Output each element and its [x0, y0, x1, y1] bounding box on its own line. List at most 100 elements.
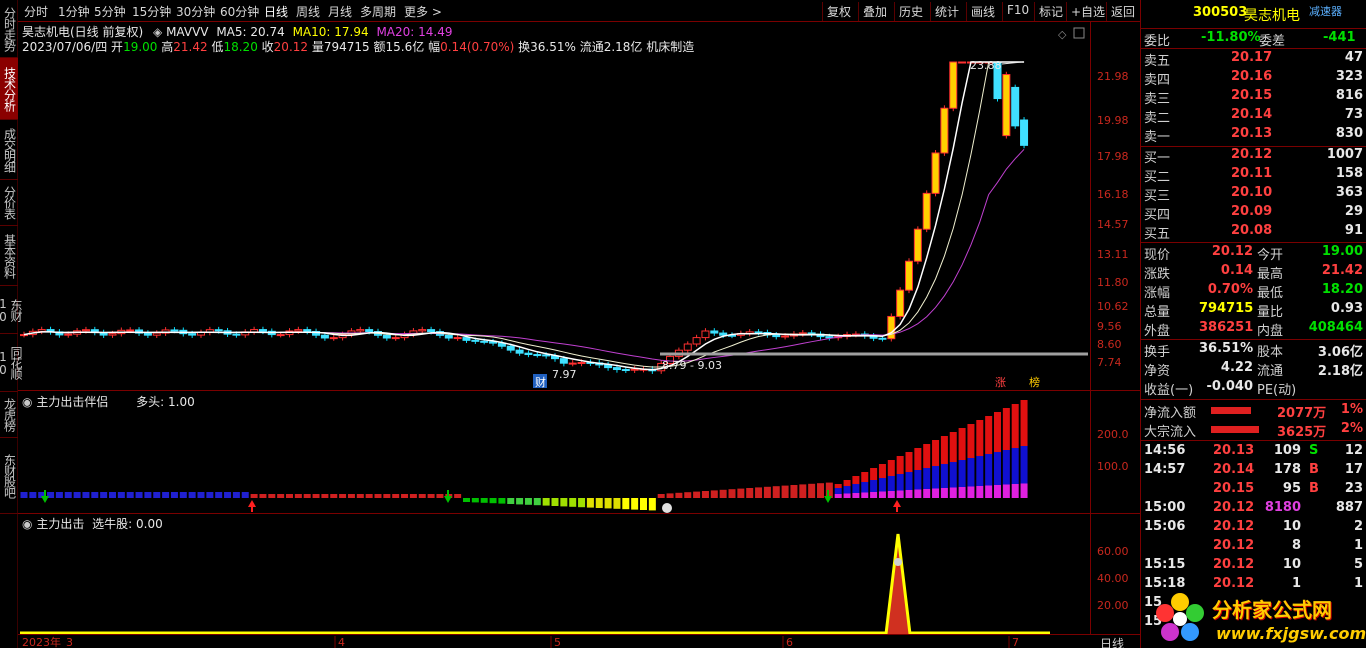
tick-price: 20.12	[1213, 538, 1255, 553]
indicator2-spike	[886, 534, 910, 634]
ind2-tick: 20.00	[1097, 599, 1129, 612]
tick-price: 20.15	[1213, 481, 1255, 496]
indicator1-bar	[763, 486, 771, 498]
indicator1-bar	[640, 498, 647, 510]
indicator1-bar	[657, 494, 665, 498]
tick-volume: 95	[1282, 481, 1301, 496]
price-axis: 21.98 19.98 17.98 16.18 14.57 13.11 11.80 10.62…	[1090, 22, 1140, 390]
indicator1-bar	[560, 498, 568, 507]
indicator2-settings-icon[interactable]: ◉	[22, 517, 32, 531]
tick-row: 20.15 95 B 23	[1141, 481, 1366, 500]
indicator1-bar	[949, 432, 957, 462]
indicator1-bar	[817, 483, 824, 498]
ask-volume: 830	[1335, 126, 1363, 141]
kline-chart[interactable]: 23.88 7.97 8.79 - 9.03 财 涨 榜 ◇ 2023年 3 4 5 6 7	[0, 0, 1140, 648]
tick-row: 15:06 20.12 10 2	[1141, 519, 1366, 538]
candle-body	[143, 332, 152, 336]
tick-time: 15:15	[1144, 557, 1186, 572]
indicator1-bar	[516, 498, 524, 505]
indicator1-bar	[666, 493, 674, 498]
date-label: 6	[786, 636, 793, 648]
indicator1-bar	[73, 492, 81, 498]
candle-body	[878, 337, 887, 340]
flow-value: 2077万	[1277, 406, 1327, 421]
watermark-logo: 分析家公式网 www.fxjgsw.com	[1150, 586, 1366, 648]
candle-body	[427, 329, 436, 333]
close-pane-icon[interactable]	[1073, 27, 1085, 39]
stat-label: 涨幅	[1144, 286, 1171, 301]
bid-price: 20.08	[1231, 223, 1273, 238]
flow-pct: 1%	[1340, 402, 1363, 417]
indicator1-bar	[170, 492, 178, 498]
candle-body	[320, 334, 329, 339]
indicator1-bar	[533, 498, 541, 506]
signal-dot-icon	[662, 503, 672, 513]
ind2-tick: 60.00	[1097, 545, 1129, 558]
indicator1-title: 主力出击伴侣	[36, 395, 109, 409]
indicator1-bar	[1002, 450, 1010, 485]
divider	[1141, 242, 1366, 243]
indicator1-bar	[383, 494, 391, 498]
indicator1-bar	[896, 474, 904, 491]
date-label: 5	[554, 636, 561, 648]
flow-label: 大宗流入	[1144, 425, 1197, 440]
candle-body	[515, 349, 524, 354]
indicator1-bar	[958, 460, 966, 487]
indicator1-bar	[958, 428, 966, 460]
limit-up-tag: 涨	[995, 376, 1006, 389]
indicator1-axis: 200.0 100.0	[1090, 390, 1140, 513]
candle-body	[931, 152, 940, 194]
bid-price: 20.09	[1231, 204, 1273, 219]
indicator1-bar	[932, 466, 940, 489]
divider	[1141, 28, 1366, 29]
signal-arrow-icon	[248, 500, 256, 507]
indicator1-bar	[401, 494, 409, 498]
divider	[1141, 440, 1366, 441]
candle-body	[701, 330, 710, 339]
indicator1-bar	[675, 492, 683, 498]
indicator1-bar	[622, 498, 630, 510]
indicator1-bar	[117, 492, 125, 498]
indicator1-bar	[887, 460, 895, 476]
indicator1-value: 多头: 1.00	[136, 395, 195, 409]
indicator1-bar	[489, 498, 497, 504]
price-tick: 13.11	[1097, 248, 1129, 261]
stat-label: 最低	[1257, 286, 1284, 301]
indicator1-bar	[852, 476, 860, 484]
ask-label: 卖一	[1144, 130, 1171, 145]
indicator1-bar	[648, 498, 656, 511]
indicator1-bar	[436, 494, 444, 498]
tick-side: B	[1309, 462, 1319, 477]
diamond-icon[interactable]: ◇	[1058, 28, 1067, 41]
indicator1-bar	[250, 494, 258, 498]
indicator1-bar	[825, 482, 833, 498]
candle-body	[365, 329, 374, 333]
indicator1-bar	[82, 492, 90, 498]
signal-arrow-icon	[41, 496, 49, 503]
stat-row: 外盘 386251 内盘 408464	[1141, 320, 1366, 339]
tick-row: 15:15 20.12 10 5	[1141, 557, 1366, 576]
indicator1-bar	[923, 489, 931, 498]
tick-count: 5	[1353, 557, 1363, 572]
indicator1-bar	[914, 470, 922, 490]
candle-body	[506, 345, 515, 351]
flow-bar	[1211, 407, 1251, 414]
candle-body	[710, 330, 719, 334]
bid-label: 买五	[1144, 227, 1171, 242]
ask-price: 20.13	[1231, 126, 1273, 141]
indicator2-title: 主力出击	[36, 517, 85, 531]
stat-value: 0.70%	[1207, 282, 1253, 297]
candle-body	[940, 107, 949, 154]
tick-row: 14:57 20.14 178 B 17	[1141, 462, 1366, 481]
indicator1-bar	[994, 452, 1001, 485]
indicator2-marker-icon	[894, 558, 902, 566]
ma-line	[23, 61, 1025, 368]
stat-value: 794715	[1199, 301, 1254, 316]
pane-divider	[18, 390, 1140, 391]
indicator1-bar	[153, 492, 161, 498]
ask-row: 卖三 20.15 816	[1141, 88, 1366, 107]
indicator1-settings-icon[interactable]: ◉	[22, 395, 32, 409]
tick-row: 15:00 20.12 8180 887	[1141, 500, 1366, 519]
ask-label: 卖三	[1144, 92, 1171, 107]
candle-body	[391, 337, 400, 340]
